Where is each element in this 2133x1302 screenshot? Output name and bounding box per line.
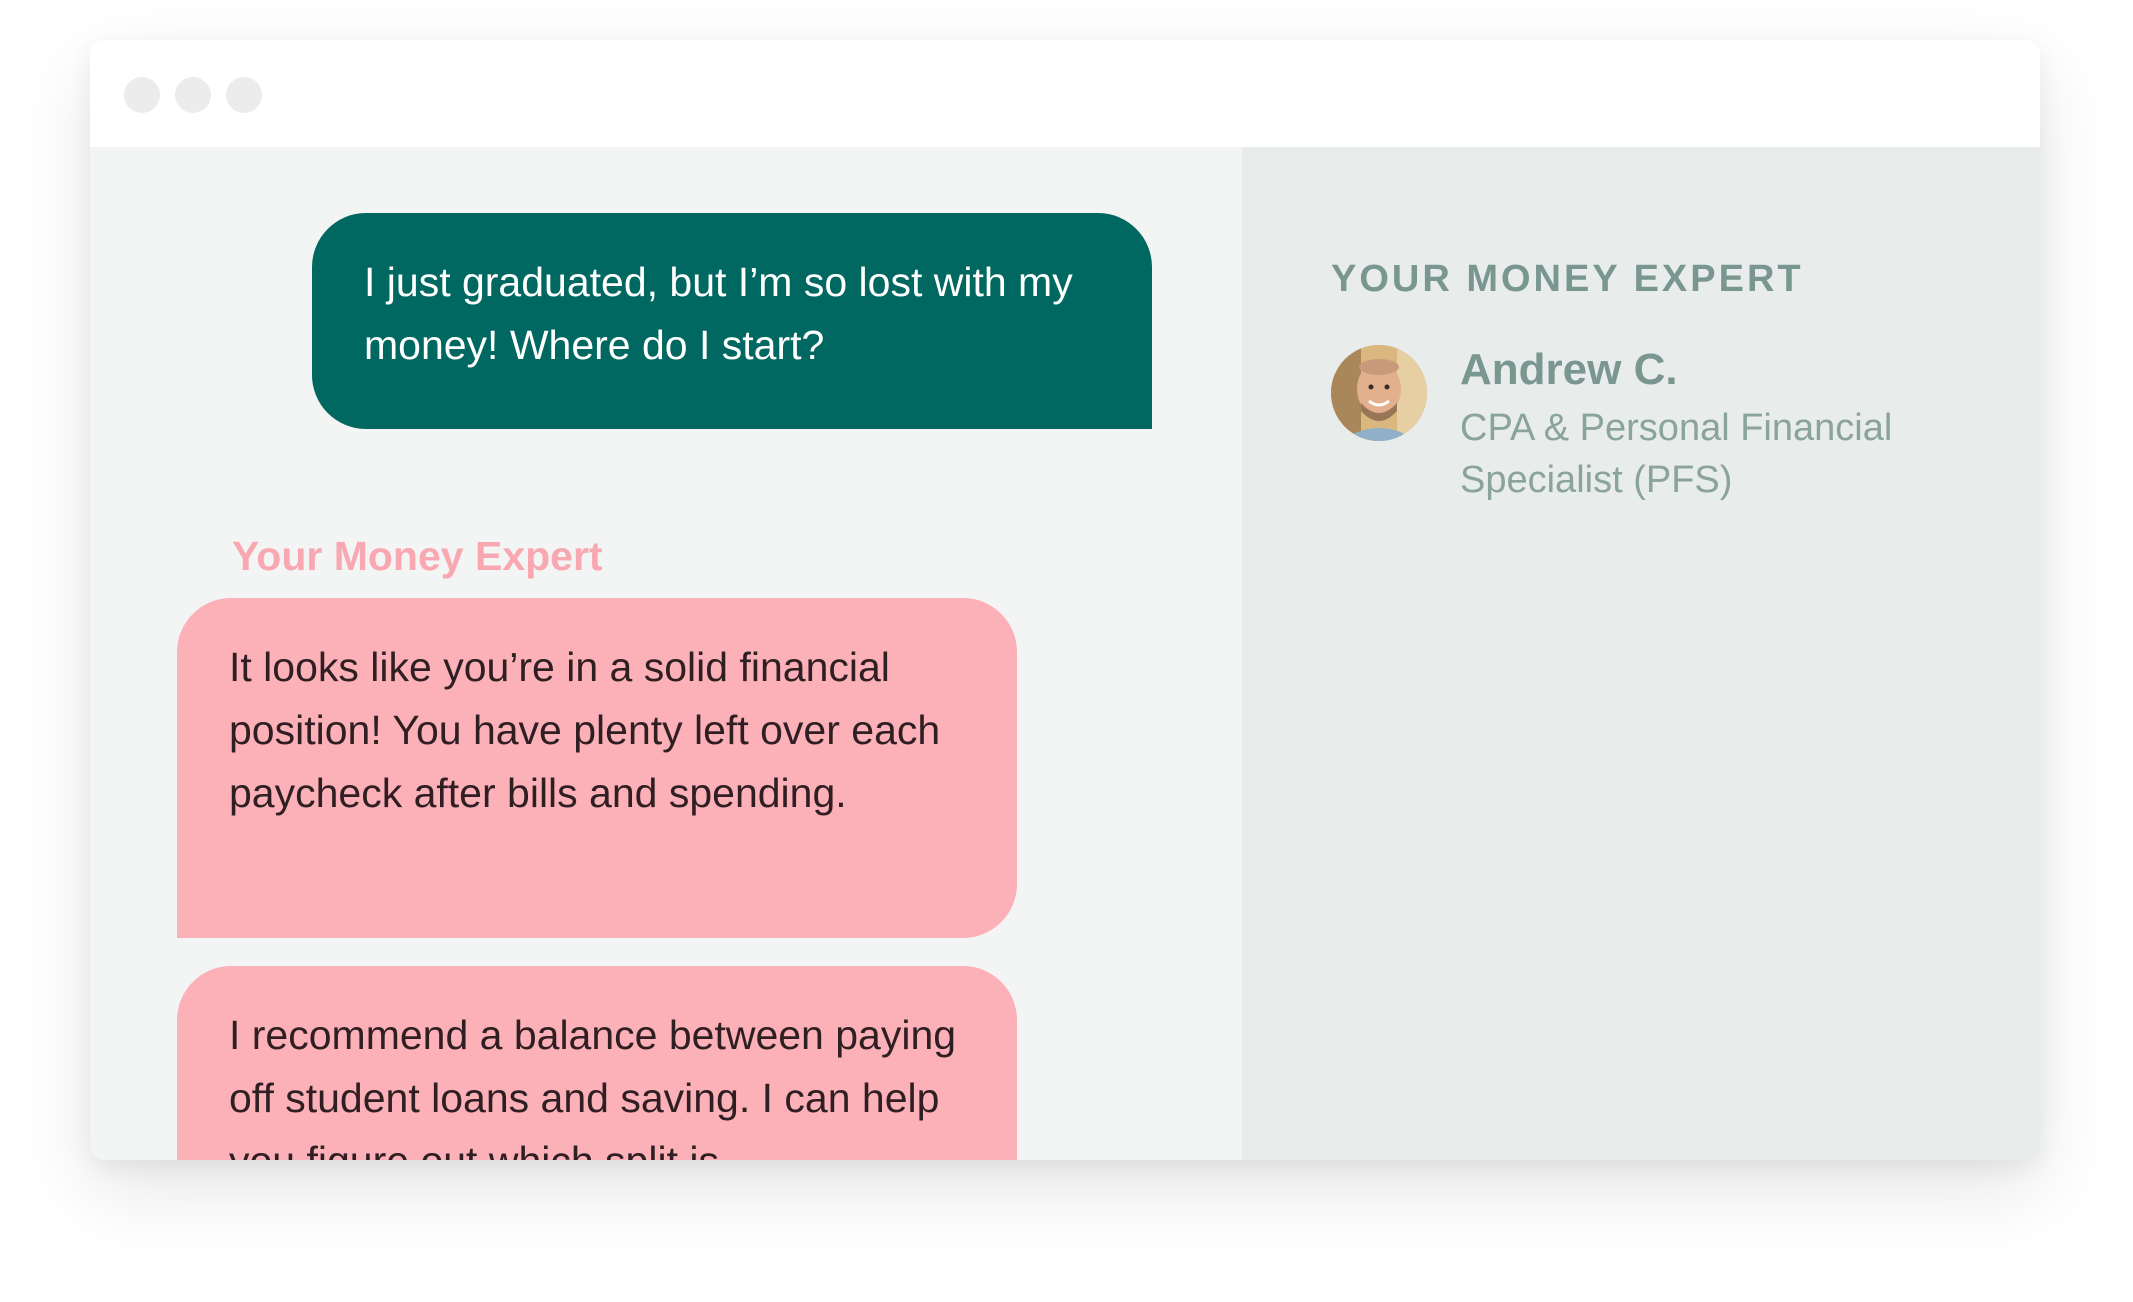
user-message-bubble: I just graduated, but I’m so lost with m…	[312, 213, 1152, 429]
expert-credentials: CPA & Personal Financial Specialist (PFS…	[1460, 407, 1893, 501]
window-maximize-dot[interactable]	[226, 77, 262, 113]
expert-avatar	[1331, 345, 1427, 441]
expert-message-clip: I recommend a balance between paying off…	[177, 966, 1017, 1160]
window-close-dot[interactable]	[124, 77, 160, 113]
person-photo-avatar-icon	[1331, 345, 1427, 441]
expert-name: Andrew C.	[1460, 345, 1678, 394]
window-titlebar	[90, 40, 2040, 147]
expert-message-bubble: It looks like you’re in a solid financia…	[177, 598, 1017, 938]
expert-message-bubble: I recommend a balance between paying off…	[177, 966, 1017, 1160]
expert-sender-label: Your Money Expert	[232, 533, 603, 579]
sidebar-heading: YOUR MONEY EXPERT	[1331, 258, 1804, 300]
window-minimize-dot[interactable]	[175, 77, 211, 113]
